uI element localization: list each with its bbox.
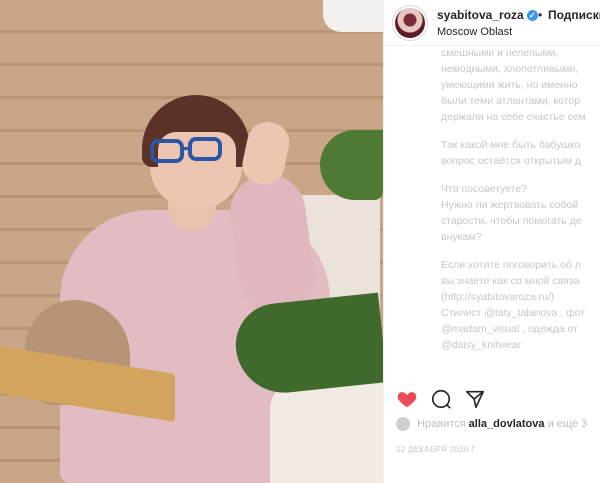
liker-avatar [396, 417, 410, 431]
caption-line: Что посоветуете? [441, 183, 528, 195]
post-caption: смешными и нелепыми, немодными, хлопотли… [441, 45, 600, 375]
likes-row[interactable]: Нравится alla_dovlatova и ещё 3 [396, 417, 587, 431]
liker-username[interactable]: alla_dovlatova [469, 418, 545, 430]
caption-line: старости, чтобы помогать де [441, 215, 582, 227]
blue-glasses [150, 137, 222, 163]
comment-icon[interactable] [430, 388, 452, 410]
follow-button[interactable]: Подписки [548, 8, 600, 22]
caption-line: внукам? [441, 231, 482, 243]
armchair-arm [270, 380, 383, 483]
caption-line: умеющими жить, но именно [441, 79, 578, 91]
likes-suffix[interactable]: и ещё 3 [548, 418, 588, 430]
share-icon[interactable] [464, 388, 486, 410]
plant-leaf [320, 130, 383, 200]
caption-mention[interactable]: @madam_visual , одежда от [441, 321, 600, 337]
location-link[interactable]: Moscow Oblast [437, 26, 512, 38]
username-text[interactable]: syabitova_roza [437, 8, 524, 22]
caption-line: немодными, хлопотливыми, [441, 63, 579, 75]
caption-link[interactable]: (http://syabitovaroza.ru/) [441, 289, 600, 305]
caption-line: Так какой мне быть бабушко [441, 139, 581, 151]
post-actions [396, 388, 596, 410]
caption-line: Если хотите поговорить об л [441, 259, 581, 271]
caption-mention[interactable]: Стилист @taty_talanova , фот [441, 305, 600, 321]
caption-line: смешными и нелепыми, [441, 47, 559, 59]
post-photo[interactable] [0, 0, 383, 483]
heart-icon[interactable] [396, 388, 418, 410]
lamp-shade [323, 0, 383, 32]
separator-dot: • [538, 8, 543, 22]
caption-line: держали на себе счастье сем [441, 111, 586, 123]
caption-line: Нужно ли жертвовать собой [441, 199, 579, 211]
post-side-panel: syabitova_roza✓ • Подписки Moscow Oblast… [383, 0, 600, 483]
caption-line: вы знаете как со мной связа [441, 275, 580, 287]
hand [239, 118, 293, 188]
verified-badge-icon: ✓ [526, 10, 538, 22]
post-header: syabitova_roza✓ • Подписки Moscow Oblast [384, 0, 600, 46]
post-date: 12 ДЕКАБРЯ 2020 Г. [396, 445, 478, 454]
caption-line: вопрос остаётся открытым д [441, 155, 581, 167]
caption-line: были теми атлантами, котор [441, 95, 581, 107]
username-link[interactable]: syabitova_roza ✓ [437, 8, 538, 22]
likes-prefix: Нравится [417, 417, 466, 430]
avatar[interactable] [395, 8, 425, 38]
caption-mention[interactable]: @daisy_knitwear [441, 337, 600, 353]
